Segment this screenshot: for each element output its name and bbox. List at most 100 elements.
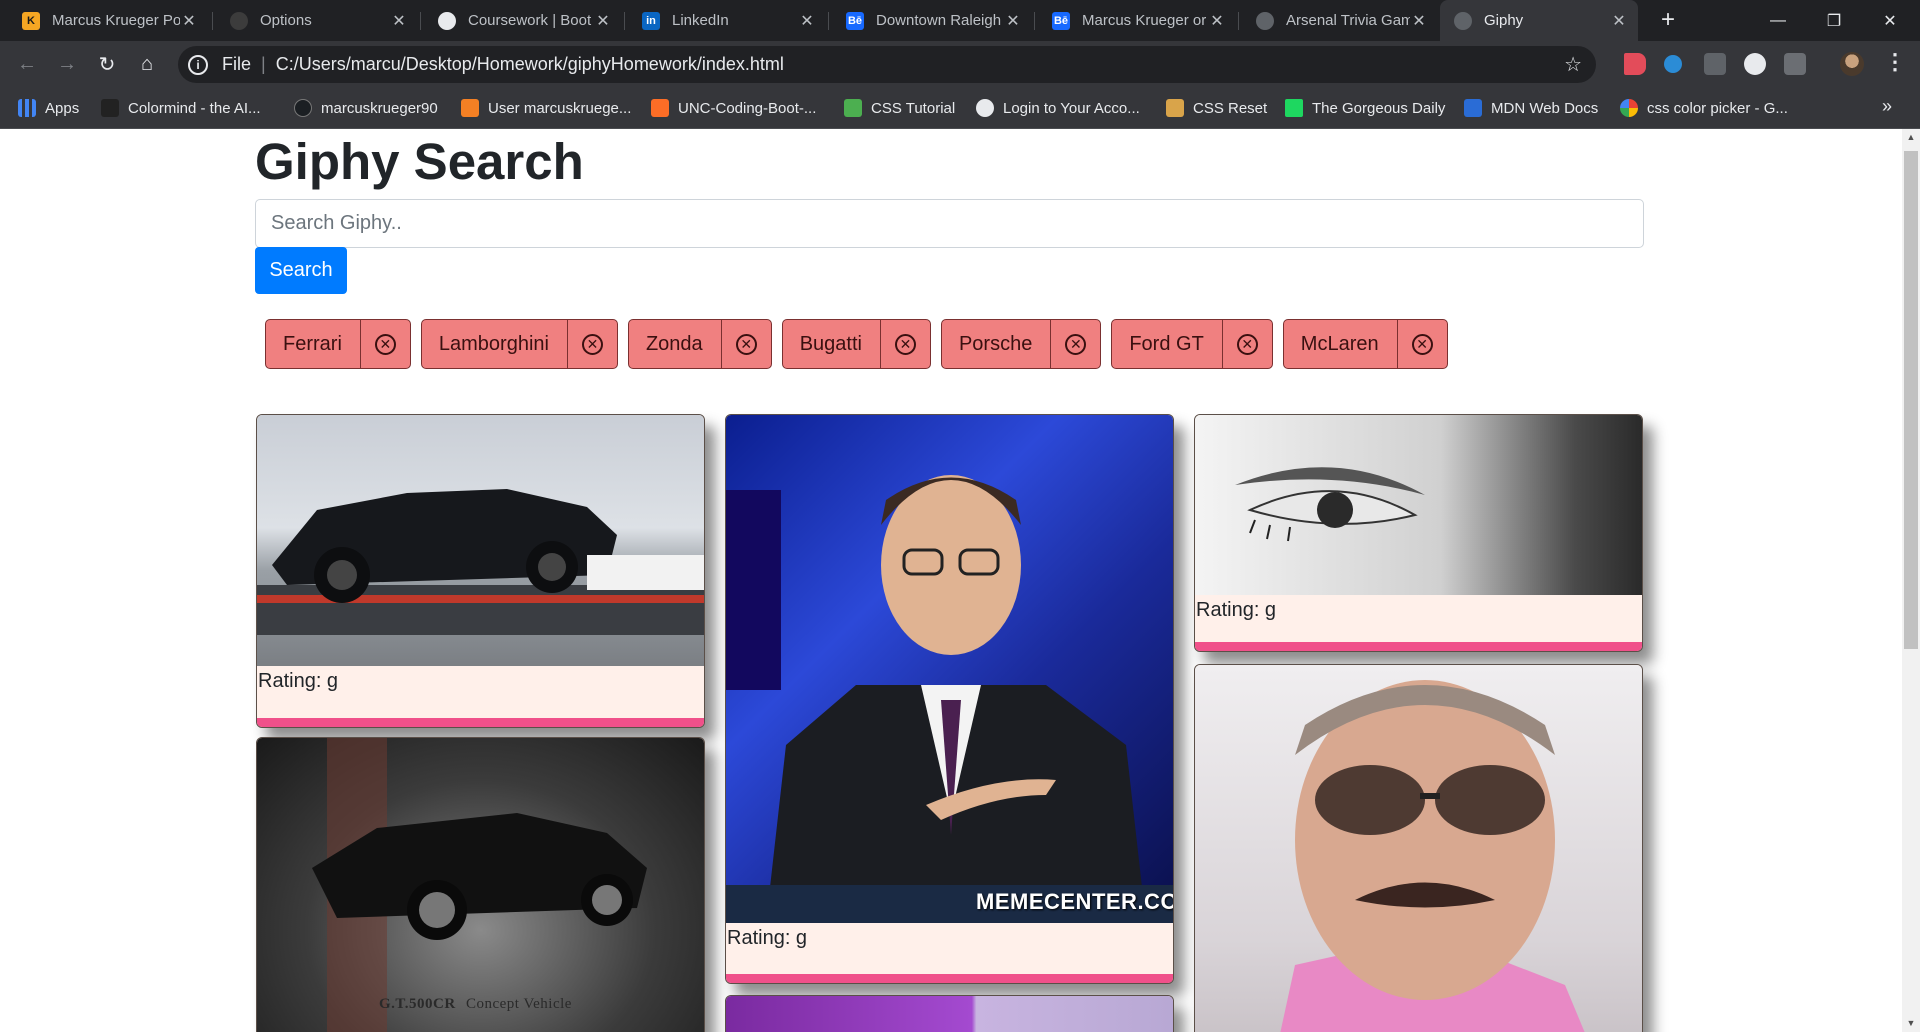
search-input[interactable]: [255, 199, 1644, 248]
remove-topic-button[interactable]: ✕: [1050, 320, 1100, 368]
gif-image[interactable]: G.T.500CR Concept Vehicle: [257, 738, 704, 1032]
scrollbar-thumb[interactable]: [1904, 151, 1918, 649]
profile-avatar[interactable]: [1840, 52, 1864, 76]
apps-grid-icon: [18, 99, 36, 117]
browser-tab-active[interactable]: Giphy ✕: [1440, 0, 1638, 41]
minimize-window-button[interactable]: —: [1750, 0, 1806, 41]
remove-topic-button[interactable]: ✕: [720, 320, 771, 368]
back-arrow-icon[interactable]: ←: [12, 49, 42, 79]
restore-window-button[interactable]: ❐: [1806, 0, 1862, 41]
extension-translate-icon[interactable]: [1664, 55, 1682, 73]
circle-x-icon: ✕: [374, 333, 396, 355]
gif-card[interactable]: Rating: g: [1194, 414, 1643, 652]
topic-label[interactable]: McLaren: [1284, 320, 1397, 368]
browser-menu-icon[interactable]: ⋮: [1884, 49, 1906, 75]
bookmark-gorgeous-daily[interactable]: The Gorgeous Daily: [1285, 88, 1445, 128]
search-button[interactable]: Search: [255, 247, 347, 294]
forward-arrow-icon[interactable]: →: [52, 49, 82, 79]
page-scrollbar[interactable]: ▲ ▼: [1902, 129, 1920, 1032]
extension-puzzle-icon[interactable]: [1784, 53, 1806, 75]
browser-tab[interactable]: Arsenal Trivia Gam ✕: [1242, 0, 1438, 41]
bookmark-login[interactable]: Login to Your Acco...: [976, 88, 1140, 128]
bookmark-color-picker[interactable]: css color picker - G...: [1620, 88, 1788, 128]
browser-tab[interactable]: K Marcus Krueger Po ✕: [8, 0, 208, 41]
bookmark-gitlab[interactable]: UNC-Coding-Boot-...: [651, 88, 816, 128]
gif-image[interactable]: MEMECENTER.COM: [726, 415, 1173, 923]
close-window-button[interactable]: ✕: [1862, 0, 1918, 41]
close-tab-icon[interactable]: ✕: [1004, 11, 1022, 31]
scroll-up-arrow-icon[interactable]: ▲: [1902, 129, 1920, 146]
topic-label[interactable]: Ferrari: [266, 320, 360, 368]
topic-label[interactable]: Bugatti: [783, 320, 880, 368]
new-tab-button[interactable]: +: [1654, 6, 1682, 34]
gif-image[interactable]: [257, 415, 704, 666]
extension-circle-icon[interactable]: [1744, 53, 1766, 75]
close-tab-icon[interactable]: ✕: [1610, 11, 1628, 31]
bookmark-css-reset[interactable]: CSS Reset: [1166, 88, 1267, 128]
bookmark-colormind[interactable]: Colormind - the AI...: [101, 88, 261, 128]
card-stripe: [257, 718, 704, 727]
tab-title: Downtown Raleigh: [876, 12, 1002, 29]
topic-label[interactable]: Lamborghini: [422, 320, 567, 368]
gif-image[interactable]: [1195, 665, 1642, 1032]
browser-tab[interactable]: in LinkedIn ✕: [628, 0, 826, 41]
close-tab-icon[interactable]: ✕: [180, 11, 198, 31]
reload-icon[interactable]: ↻: [92, 49, 122, 79]
close-tab-icon[interactable]: ✕: [390, 11, 408, 31]
gif-card[interactable]: Rating: g: [256, 414, 705, 728]
bookmark-label: UNC-Coding-Boot-...: [678, 99, 817, 117]
gif-image[interactable]: [726, 996, 1173, 1032]
topic-chip[interactable]: Zonda ✕: [627, 319, 772, 369]
topic-chip[interactable]: Ferrari ✕: [265, 319, 411, 369]
extension-video-icon[interactable]: [1624, 53, 1646, 75]
gif-card[interactable]: [1194, 664, 1643, 1032]
bookmark-star-icon[interactable]: ☆: [1564, 52, 1582, 77]
remove-topic-button[interactable]: ✕: [359, 320, 410, 368]
extension-pdf-icon[interactable]: [1704, 53, 1726, 75]
address-url[interactable]: C:/Users/marcu/Desktop/Homework/giphyHom…: [276, 54, 784, 75]
close-tab-icon[interactable]: ✕: [1208, 11, 1226, 31]
colormind-icon: [101, 99, 119, 117]
bookmark-stackoverflow[interactable]: User marcuskruege...: [461, 88, 631, 128]
browser-tab[interactable]: Bē Downtown Raleigh ✕: [832, 0, 1032, 41]
bookmark-mdn[interactable]: MDN Web Docs: [1464, 88, 1598, 128]
topic-chip[interactable]: Ford GT ✕: [1111, 319, 1273, 369]
gif-card[interactable]: [725, 995, 1174, 1032]
address-bar[interactable]: i File | C:/Users/marcu/Desktop/Homework…: [178, 46, 1596, 83]
behance-icon: Bē: [846, 11, 864, 30]
bookmarks-overflow-icon[interactable]: »: [1882, 96, 1892, 117]
remove-topic-button[interactable]: ✕: [1221, 320, 1272, 368]
browser-tab[interactable]: Coursework | Boot ✕: [424, 0, 622, 41]
topic-label[interactable]: Porsche: [942, 320, 1050, 368]
car-caption: G.T.500CR Concept Vehicle: [379, 996, 572, 1013]
topic-chip[interactable]: Porsche ✕: [940, 319, 1102, 369]
topic-label[interactable]: Zonda: [629, 320, 721, 368]
browser-tab[interactable]: Bē Marcus Krueger or ✕: [1038, 0, 1236, 41]
close-tab-icon[interactable]: ✕: [798, 11, 816, 31]
remove-topic-button[interactable]: ✕: [879, 320, 930, 368]
tab-title: Giphy: [1484, 12, 1524, 29]
home-icon[interactable]: ⌂: [132, 49, 162, 79]
gif-card[interactable]: MEMECENTER.COM Rating: g: [725, 414, 1174, 984]
topic-chip[interactable]: McLaren ✕: [1282, 319, 1448, 369]
browser-tab[interactable]: Options ✕: [216, 0, 418, 41]
gif-image[interactable]: [1195, 415, 1642, 595]
topic-chip[interactable]: Lamborghini ✕: [420, 319, 618, 369]
bookmark-label: User marcuskruege...: [488, 99, 632, 117]
bookmark-github[interactable]: marcuskrueger90: [294, 88, 438, 128]
close-tab-icon[interactable]: ✕: [594, 11, 612, 31]
topic-chip[interactable]: Bugatti ✕: [781, 319, 931, 369]
bookmark-css-tutorial[interactable]: CSS Tutorial: [844, 88, 955, 128]
gif-rating: Rating: g: [727, 927, 808, 949]
scroll-down-arrow-icon[interactable]: ▼: [1902, 1015, 1920, 1032]
remove-topic-button[interactable]: ✕: [1396, 320, 1447, 368]
info-icon[interactable]: i: [188, 54, 208, 75]
circle-x-icon: ✕: [1236, 333, 1258, 355]
extension-options-icon: [230, 11, 248, 30]
gif-card[interactable]: G.T.500CR Concept Vehicle: [256, 737, 705, 1032]
close-tab-icon[interactable]: ✕: [1410, 11, 1428, 31]
remove-topic-button[interactable]: ✕: [566, 320, 617, 368]
bookmark-apps[interactable]: Apps: [18, 88, 79, 128]
browser-toolbar: ← → ↻ ⌂ i File | C:/Users/marcu/Desktop/…: [0, 41, 1920, 88]
topic-label[interactable]: Ford GT: [1112, 320, 1221, 368]
